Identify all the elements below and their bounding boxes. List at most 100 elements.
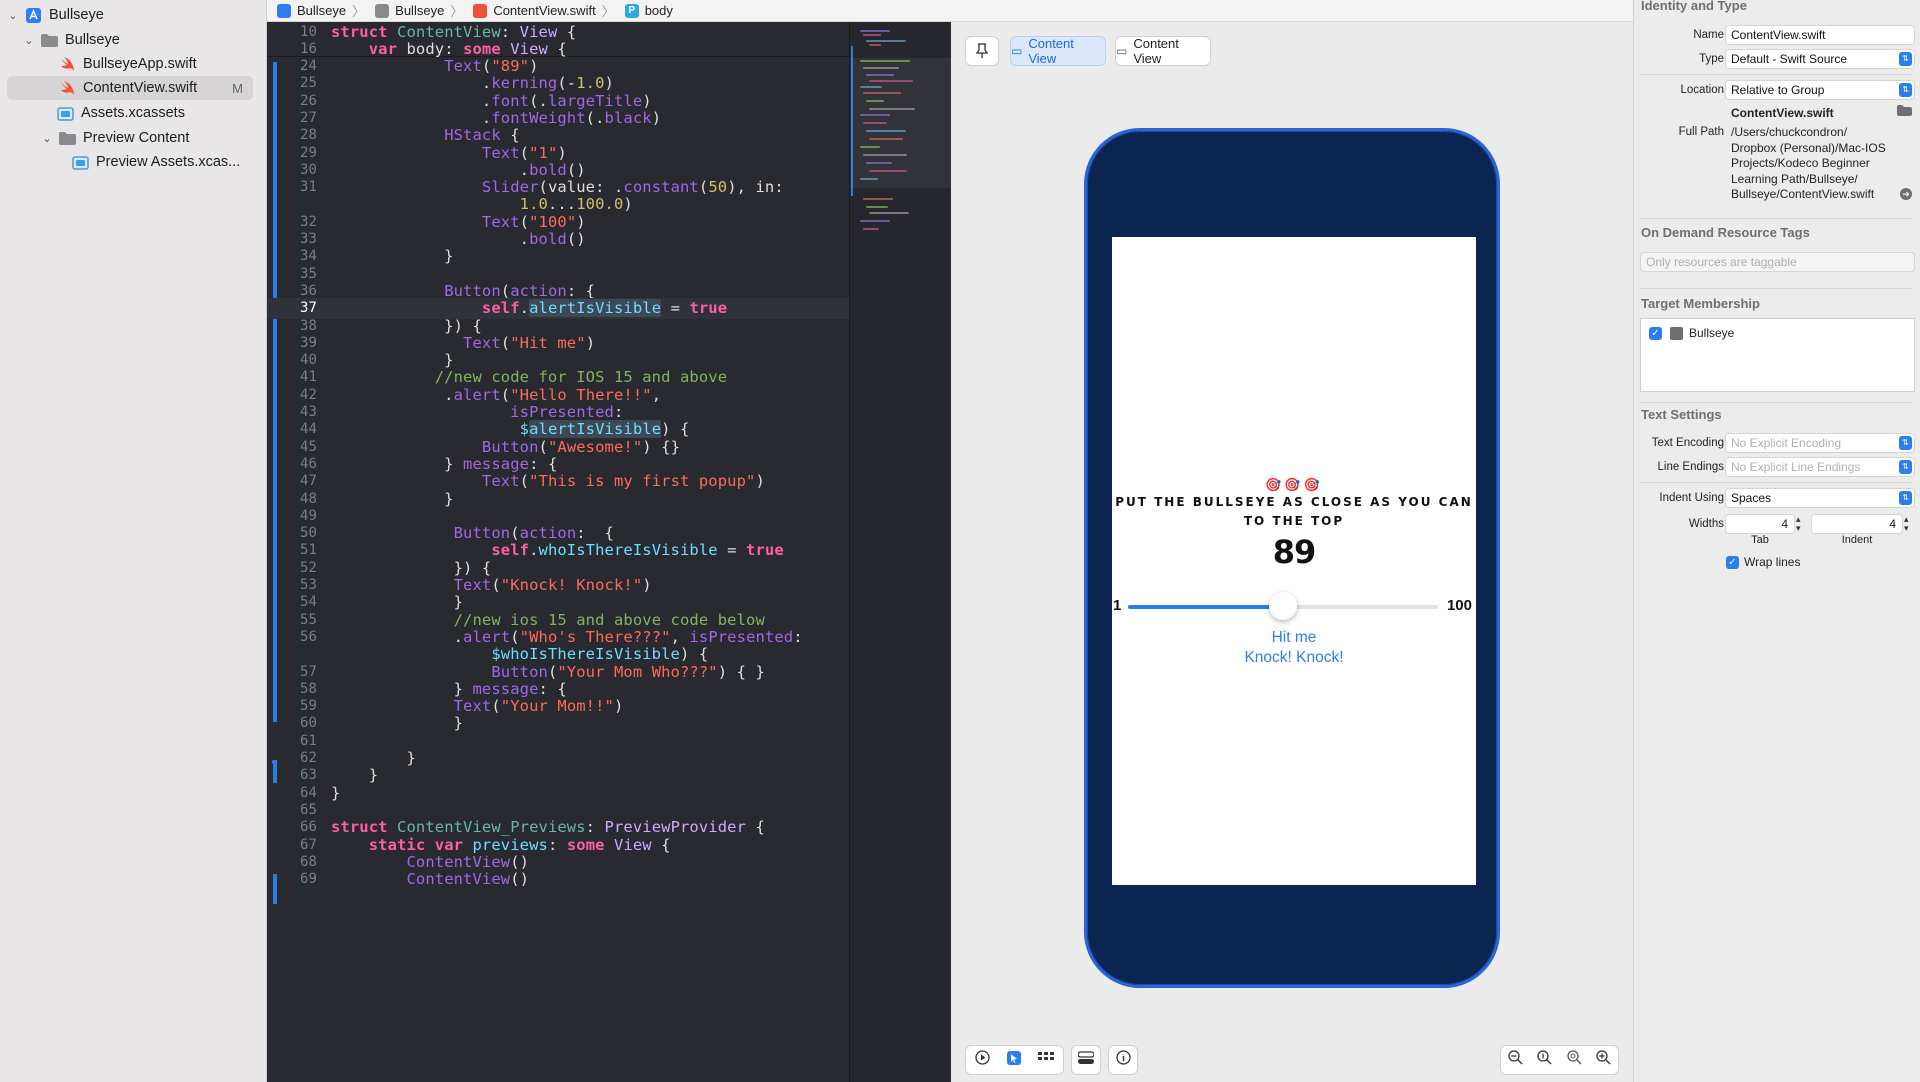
code-line[interactable]: }) { [331, 317, 482, 335]
code-line[interactable]: .alert("Hello There!!", [331, 386, 661, 404]
selectable-mode-icon[interactable] [1006, 1050, 1021, 1070]
code-line[interactable]: Text("Your Mom!!") [331, 697, 624, 715]
tab-width-field[interactable]: 4 [1726, 515, 1794, 533]
code-line[interactable]: } [331, 490, 454, 508]
code-line[interactable]: Text("1") [331, 144, 567, 162]
code-line[interactable]: Text("100") [331, 213, 586, 231]
checkbox-checked-icon[interactable]: ✓ [1726, 555, 1739, 569]
minimap-line [860, 220, 890, 222]
crumb-group[interactable]: Bullseye 〉 [375, 1, 469, 20]
zoom-actual-icon[interactable] [1537, 1050, 1552, 1070]
code-line[interactable]: } message: { [331, 455, 557, 473]
type-popup[interactable]: Default - Swift Source ⇅ [1726, 50, 1914, 68]
variants-icon[interactable] [1038, 1051, 1055, 1069]
code-line[interactable]: } [331, 351, 454, 369]
code-line[interactable]: struct ContentView: View { [331, 23, 576, 41]
code-line[interactable]: 1.0...100.0) [331, 195, 633, 213]
minimap[interactable] [849, 22, 951, 1082]
chevron-down-icon[interactable]: ⌄ [6, 9, 20, 22]
live-preview-icon[interactable] [975, 1050, 990, 1070]
chevron-down-icon[interactable]: ⌄ [40, 132, 54, 145]
code-line[interactable]: $whoIsThereIsVisible) { [331, 645, 708, 663]
code-line[interactable]: .font(.largeTitle) [331, 92, 652, 110]
code-line[interactable]: struct ContentView_Previews: PreviewProv… [331, 818, 765, 836]
code-area[interactable]: 10 struct ContentView: View {16 var body:… [267, 22, 849, 1082]
code-line[interactable]: .bold() [331, 161, 586, 179]
minimap-line [866, 100, 884, 102]
code-line[interactable]: }) { [331, 559, 492, 577]
crumb-project[interactable]: Bullseye 〉 [277, 1, 371, 20]
pin-icon [975, 43, 989, 58]
code-line[interactable]: Text("This is my first popup") [331, 472, 765, 490]
code-line[interactable]: HStack { [331, 126, 520, 144]
code-line[interactable]: Text("Knock! Knock!") [331, 576, 652, 594]
indent-width-value: 4 [1889, 517, 1896, 531]
code-line[interactable]: Text("Hit me") [331, 334, 595, 352]
nav-item-preview-content[interactable]: ⌄ Preview Content [0, 126, 266, 150]
code-line[interactable]: ContentView() [331, 870, 529, 888]
code-line[interactable]: self.alertIsVisible = true [331, 299, 727, 318]
folder-icon[interactable] [1897, 105, 1912, 119]
code-line[interactable]: Button("Awesome!") {} [331, 438, 680, 456]
code-line[interactable]: ContentView() [331, 853, 529, 871]
nav-item-bullseyeapp[interactable]: BullseyeApp.swift [0, 52, 266, 76]
code-line[interactable]: Button("Your Mom Who???") { } [331, 663, 765, 681]
code-line[interactable]: isPresented: [331, 403, 623, 421]
zoom-out-icon[interactable] [1508, 1050, 1523, 1070]
hit-me-button[interactable]: Hit me [1112, 629, 1476, 647]
crumb-symbol[interactable]: Pbody [624, 3, 673, 18]
zoom-in-icon[interactable] [1596, 1050, 1611, 1070]
code-line[interactable]: var body: some View { [331, 40, 567, 58]
slider-track[interactable] [1128, 592, 1438, 620]
code-line[interactable]: Slider(value: .constant(50), in: [331, 178, 784, 196]
indent-popup[interactable]: Spaces ⇅ [1726, 489, 1914, 507]
nav-item-group-bullseye[interactable]: ⌄ Bullseye [0, 28, 266, 52]
location-popup[interactable]: Relative to Group ⇅ [1726, 81, 1914, 99]
wrap-lines-checkbox[interactable]: ✓ Wrap lines [1726, 555, 1800, 569]
code-line[interactable]: .bold() [331, 230, 586, 248]
code-line[interactable]: } [331, 247, 454, 265]
target-row-bullseye[interactable]: ✓ Bullseye [1649, 326, 1734, 340]
code-line[interactable]: } [331, 714, 463, 732]
tab-stepper[interactable]: ▴ ▾ [1796, 515, 1801, 533]
minimap-line [860, 146, 880, 148]
name-field[interactable]: ContentView.swift [1726, 26, 1914, 44]
chevron-down-icon[interactable]: ⌄ [22, 34, 36, 47]
indent-stepper[interactable]: ▴ ▾ [1904, 515, 1909, 533]
code-line[interactable]: } [331, 784, 340, 802]
device-screen[interactable]: 🎯🎯🎯 PUT THE BULLSEYE AS CLOSE AS YOU CAN… [1112, 237, 1476, 885]
device-settings-control[interactable] [1071, 1045, 1101, 1075]
code-line[interactable]: .alert("Who's There???", isPresented: [331, 628, 803, 646]
zoom-fit-icon[interactable] [1566, 1050, 1582, 1070]
code-line[interactable]: } message: { [331, 680, 567, 698]
code-line[interactable]: } [331, 766, 378, 784]
nav-item-contentview[interactable]: ContentView.swift M [7, 76, 253, 100]
knock-knock-button[interactable]: Knock! Knock! [1112, 649, 1476, 667]
nav-item-assets[interactable]: Assets.xcassets [0, 101, 266, 125]
code-line[interactable]: static var previews: some View { [331, 836, 671, 854]
reveal-in-finder-icon[interactable]: ➜ [1900, 188, 1912, 200]
slider-thumb[interactable] [1269, 592, 1297, 620]
source-editor[interactable]: 10 struct ContentView: View {16 var body:… [267, 0, 951, 1082]
indent-width-field[interactable]: 4 [1812, 515, 1902, 533]
code-line[interactable]: //new code for IOS 15 and above [331, 368, 727, 386]
pin-preview-button[interactable] [965, 36, 999, 66]
code-line[interactable]: Button(action: { [331, 524, 614, 542]
crumb-file[interactable]: ContentView.swift 〉 [473, 1, 620, 20]
nav-item-project[interactable]: ⌄ Bullseye [0, 3, 266, 27]
tab-content-view-1[interactable]: ▭ Content View [1010, 36, 1106, 66]
code-line[interactable]: } [331, 593, 463, 611]
line-number: 34 [299, 248, 317, 265]
code-line[interactable]: $alertIsVisible) { [331, 420, 689, 439]
nav-item-preview-assets[interactable]: Preview Assets.xcas... [0, 150, 266, 174]
tab-content-view-2[interactable]: ▭ Content View [1115, 36, 1211, 66]
inspect-preview-control[interactable] [1108, 1045, 1138, 1075]
code-line[interactable]: } [331, 749, 416, 767]
checkbox-checked-icon[interactable]: ✓ [1649, 326, 1662, 340]
code-line[interactable]: .kerning(-1.0) [331, 74, 614, 92]
code-line[interactable]: .fontWeight(.black) [331, 109, 661, 127]
code-line[interactable]: Text("89") [331, 57, 539, 75]
code-line[interactable]: Button(action: { [331, 282, 595, 300]
code-line[interactable]: //new ios 15 and above code below [331, 611, 765, 629]
code-line[interactable]: self.whoIsThereIsVisible = true [331, 541, 784, 559]
